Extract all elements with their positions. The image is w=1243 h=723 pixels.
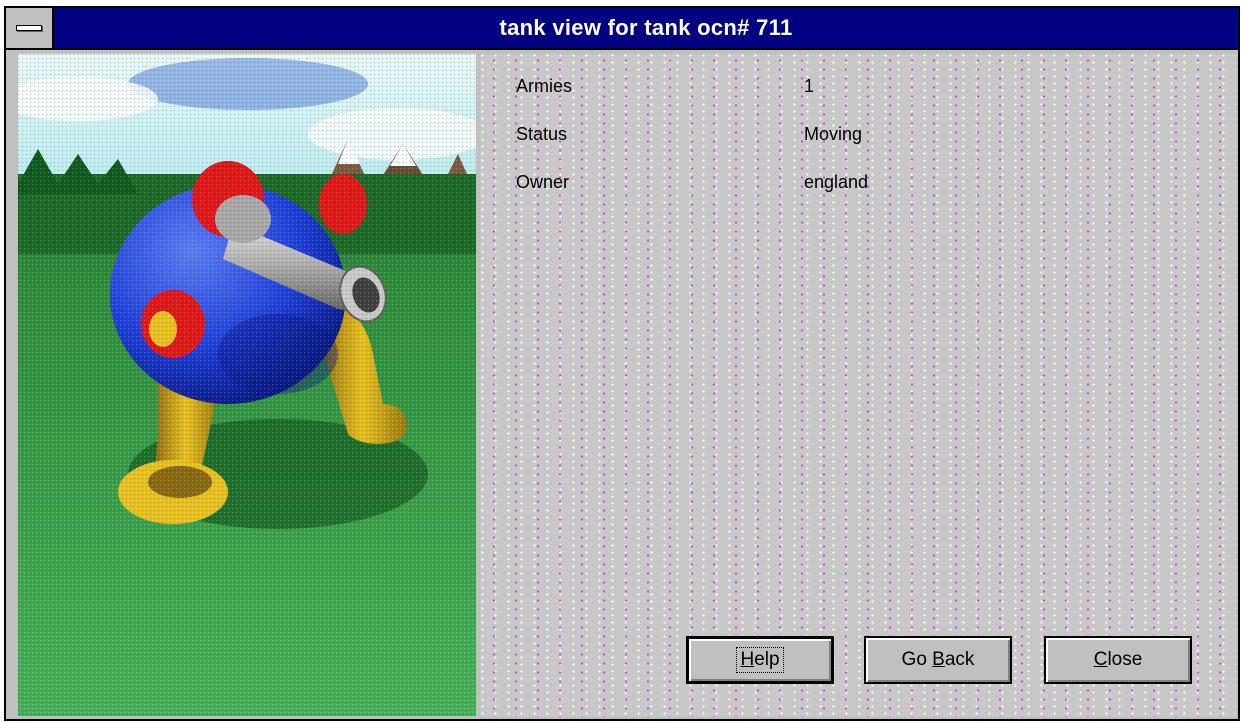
- armies-label: Armies: [516, 76, 573, 96]
- owner-label: Owner: [516, 172, 570, 192]
- owner-value: england: [804, 172, 869, 192]
- close-button[interactable]: Close: [1044, 636, 1192, 684]
- help-button-focus: Help: [736, 647, 784, 673]
- close-mnemonic: C: [1093, 649, 1108, 670]
- status-value: Moving: [804, 124, 863, 144]
- title-bar[interactable]: tank view for tank ocn# 711: [6, 8, 1238, 50]
- dither-overlay: [18, 54, 476, 716]
- go-back-mnemonic: B: [932, 649, 945, 670]
- go-back-button[interactable]: Go Back: [864, 636, 1012, 684]
- armies-value: 1: [804, 76, 815, 96]
- tank-picture: [18, 54, 476, 716]
- system-menu-button[interactable]: [6, 8, 54, 48]
- close-suffix: lose: [1107, 649, 1143, 670]
- tank-view-window: tank view for tank ocn# 711 Armies 1 Sta…: [4, 6, 1240, 721]
- window-title: tank view for tank ocn# 711: [499, 15, 793, 40]
- help-button[interactable]: Help: [686, 636, 834, 684]
- status-label: Status: [516, 124, 568, 144]
- tank-illustration-svg: [18, 54, 476, 716]
- help-mnemonic: H: [740, 649, 755, 670]
- help-button-label-rest: elp: [754, 649, 780, 670]
- system-menu-icon: [16, 25, 42, 31]
- go-back-prefix: Go: [901, 649, 933, 670]
- go-back-suffix: ack: [944, 649, 975, 670]
- info-panel: Armies 1 Status Moving Owner england Hel…: [480, 54, 1236, 717]
